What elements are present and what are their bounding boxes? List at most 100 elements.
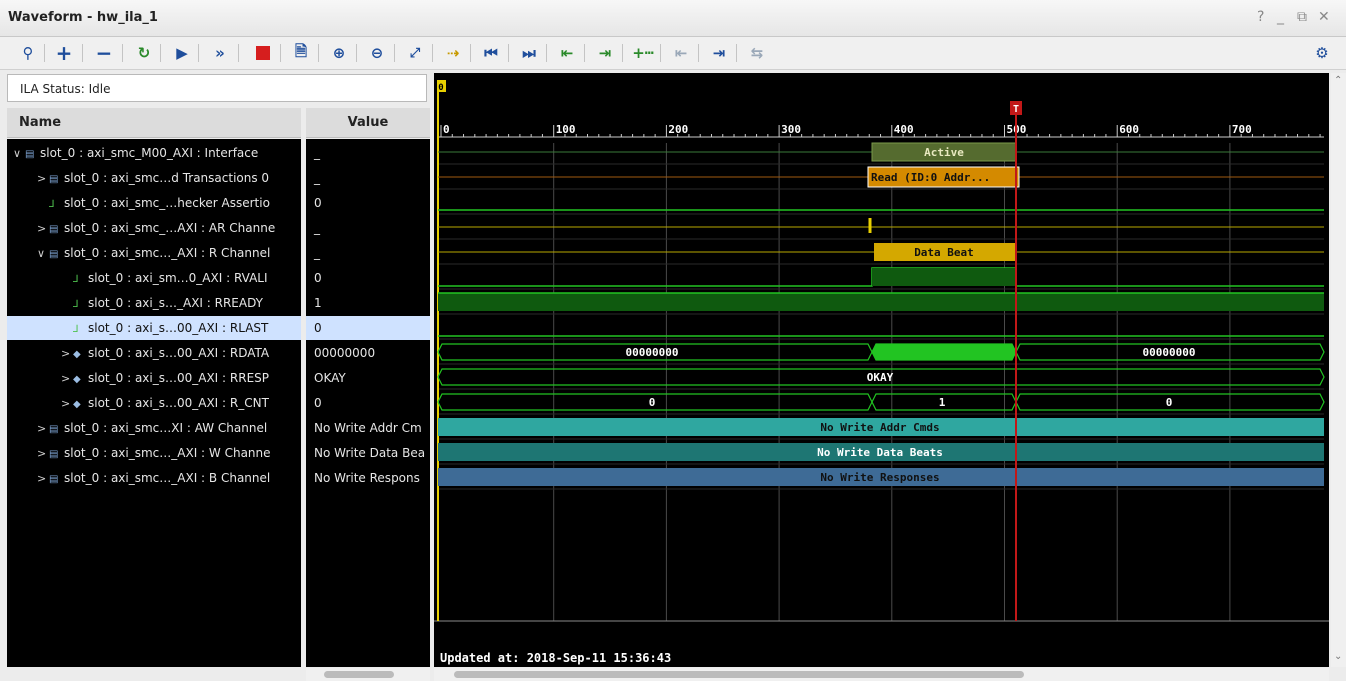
value-column-header[interactable]: Value (306, 108, 430, 138)
scroll-down-icon[interactable]: ⌄ (1334, 651, 1342, 662)
signal-value[interactable]: No Write Respons (306, 466, 430, 490)
signal-row[interactable]: > ◆ slot_0 : axi_s…00_AXI : RDATA (7, 341, 301, 365)
expand-arrow-icon[interactable]: > (61, 367, 73, 390)
rdata-value-after: 00000000 (1143, 346, 1196, 359)
waveform-display[interactable]: 01002003004005006007000TActiveRead (ID:0… (434, 73, 1329, 667)
signal-row[interactable]: ⅃ slot_0 : axi_sm…0_AXI : RVALI (7, 266, 301, 290)
w-channel-label: No Write Data Beats (817, 446, 943, 459)
signal-name: slot_0 : axi_s…00_AXI : RLAST (88, 321, 269, 335)
signal-row[interactable]: > ▤ slot_0 : axi_smc…_AXI : W Channe (7, 441, 301, 465)
minimize-button[interactable]: _ (1277, 9, 1284, 25)
signal-value[interactable]: 1 (306, 291, 430, 315)
previous-transition-icon[interactable]: ⇤ (555, 41, 579, 65)
signal-value[interactable]: 0 (306, 391, 430, 415)
signal-value[interactable]: No Write Data Bea (306, 441, 430, 465)
value-horizontal-scrollbar[interactable] (306, 668, 430, 681)
export-icon[interactable]: 🗎 (289, 41, 313, 65)
add-marker-icon[interactable]: +┅ (631, 41, 655, 65)
waveform-toolbar: ⚲ + − ↻ ▶ » 🗎 ⊕ ⊖ ⤢ ⇢ ⏮ ⏭ ⇤ ⇥ +┅ ⇤ ⇥ ⇆ ⚙ (0, 37, 1346, 70)
signal-row[interactable]: > ◆ slot_0 : axi_s…00_AXI : RRESP (7, 366, 301, 390)
signal-row[interactable]: ∨ ▤ slot_0 : axi_smc…_AXI : R Channel (7, 241, 301, 265)
restore-button[interactable]: ⧉ (1297, 9, 1307, 25)
zoom-out-icon[interactable]: ⊖ (365, 41, 389, 65)
previous-marker-icon[interactable]: ⇤ (669, 41, 693, 65)
signal-row[interactable]: ∨ ▤ slot_0 : axi_smc_M00_AXI : Interface (7, 141, 301, 165)
run-trigger-icon[interactable]: ▶ (170, 41, 194, 65)
collapse-arrow-icon[interactable]: ∨ (37, 242, 49, 265)
go-to-time-zero-icon[interactable]: ⏮ (479, 41, 503, 65)
stop-icon[interactable] (251, 41, 275, 65)
add-icon[interactable]: + (52, 41, 76, 65)
vector-signal-icon: ◆ (73, 349, 81, 360)
close-button[interactable]: ✕ (1318, 9, 1330, 25)
expand-arrow-icon[interactable]: > (37, 217, 49, 240)
rvalid-high-fill (872, 268, 1016, 286)
go-to-last-time-icon[interactable]: ⏭ (517, 41, 541, 65)
signal-value[interactable]: No Write Addr Cm (306, 416, 430, 440)
signal-row[interactable]: > ▤ slot_0 : axi_smc…_AXI : B Channel (7, 466, 301, 490)
signal-name: slot_0 : axi_smc_…hecker Assertio (64, 196, 270, 210)
name-column-header[interactable]: Name (7, 108, 301, 138)
ruler-tick-label: 400 (894, 123, 914, 136)
zoom-fit-icon[interactable]: ⤢ (403, 41, 427, 65)
signal-value[interactable]: 00000000 (306, 341, 430, 365)
updated-at-label: Updated at: 2018-Sep-11 15:36:43 (440, 651, 671, 665)
run-immediate-icon[interactable]: » (208, 41, 232, 65)
interface-icon: ▤ (25, 149, 35, 160)
bit-signal-icon: ⅃ (49, 199, 55, 210)
vertical-scrollbar[interactable]: ⌃ ⌄ (1331, 73, 1346, 667)
settings-icon[interactable]: ⚙ (1310, 41, 1334, 65)
signal-name: slot_0 : axi_s…_AXI : RREADY (88, 296, 264, 310)
interface-icon: ▤ (49, 449, 59, 460)
signal-value[interactable]: OKAY (306, 366, 430, 390)
signal-row[interactable]: ⅃ slot_0 : axi_s…_AXI : RREADY (7, 291, 301, 315)
time-zero-marker-label: 0 (438, 83, 443, 93)
expand-arrow-icon[interactable]: > (37, 417, 49, 440)
ruler-tick-label: 300 (781, 123, 801, 136)
b-channel-label: No Write Responses (820, 471, 939, 484)
interface-icon: ▤ (49, 224, 59, 235)
signal-value[interactable]: 0 (306, 266, 430, 290)
interface-icon: ▤ (49, 249, 59, 260)
waveform-horizontal-scrollbar[interactable] (434, 668, 1329, 681)
expand-arrow-icon[interactable]: > (61, 342, 73, 365)
expand-arrow-icon[interactable]: > (37, 467, 49, 490)
search-icon[interactable]: ⚲ (16, 41, 40, 65)
go-to-cursor-icon[interactable]: ⇢ (441, 41, 465, 65)
signal-value[interactable]: _ (306, 241, 430, 265)
signal-value[interactable]: _ (306, 141, 430, 165)
signal-row[interactable]: ⅃ slot_0 : axi_s…00_AXI : RLAST (7, 316, 301, 340)
interface-icon: ▤ (49, 174, 59, 185)
vector-signal-icon: ◆ (73, 374, 81, 385)
collapse-arrow-icon[interactable]: ∨ (13, 142, 25, 165)
data-beat-label: Data Beat (914, 246, 974, 259)
ruler-tick-label: 100 (556, 123, 576, 136)
signal-row[interactable]: ⅃ slot_0 : axi_smc_…hecker Assertio (7, 191, 301, 215)
rresp-value: OKAY (867, 371, 894, 384)
expand-arrow-icon[interactable]: > (37, 442, 49, 465)
swap-cursors-icon[interactable]: ⇆ (745, 41, 769, 65)
expand-arrow-icon[interactable]: > (37, 167, 49, 190)
rcnt-value-mid: 1 (939, 396, 946, 409)
signal-value[interactable]: _ (306, 216, 430, 240)
signal-row[interactable]: > ▤ slot_0 : axi_smc…d Transactions 0 (7, 166, 301, 190)
remove-icon[interactable]: − (92, 41, 116, 65)
help-button[interactable]: ? (1257, 9, 1264, 25)
refresh-icon[interactable]: ↻ (132, 41, 156, 65)
next-marker-icon[interactable]: ⇥ (707, 41, 731, 65)
scroll-up-icon[interactable]: ⌃ (1334, 75, 1342, 86)
signal-name: slot_0 : axi_s…00_AXI : RRESP (88, 371, 270, 385)
rdata-value-before: 00000000 (626, 346, 679, 359)
next-transition-icon[interactable]: ⇥ (593, 41, 617, 65)
signal-value[interactable]: 0 (306, 191, 430, 215)
signal-row[interactable]: > ▤ slot_0 : axi_smc…XI : AW Channel (7, 416, 301, 440)
signal-name: slot_0 : axi_smc…d Transactions 0 (64, 171, 270, 185)
signal-value[interactable]: _ (306, 166, 430, 190)
expand-arrow-icon[interactable]: > (61, 392, 73, 415)
signal-row[interactable]: > ▤ slot_0 : axi_smc_…AXI : AR Channe (7, 216, 301, 240)
signal-row[interactable]: > ◆ slot_0 : axi_s…00_AXI : R_CNT (7, 391, 301, 415)
zoom-in-icon[interactable]: ⊕ (327, 41, 351, 65)
ruler-tick-label: 200 (668, 123, 688, 136)
signal-value[interactable]: 0 (306, 316, 430, 340)
signal-name: slot_0 : axi_s…00_AXI : RDATA (88, 346, 270, 360)
